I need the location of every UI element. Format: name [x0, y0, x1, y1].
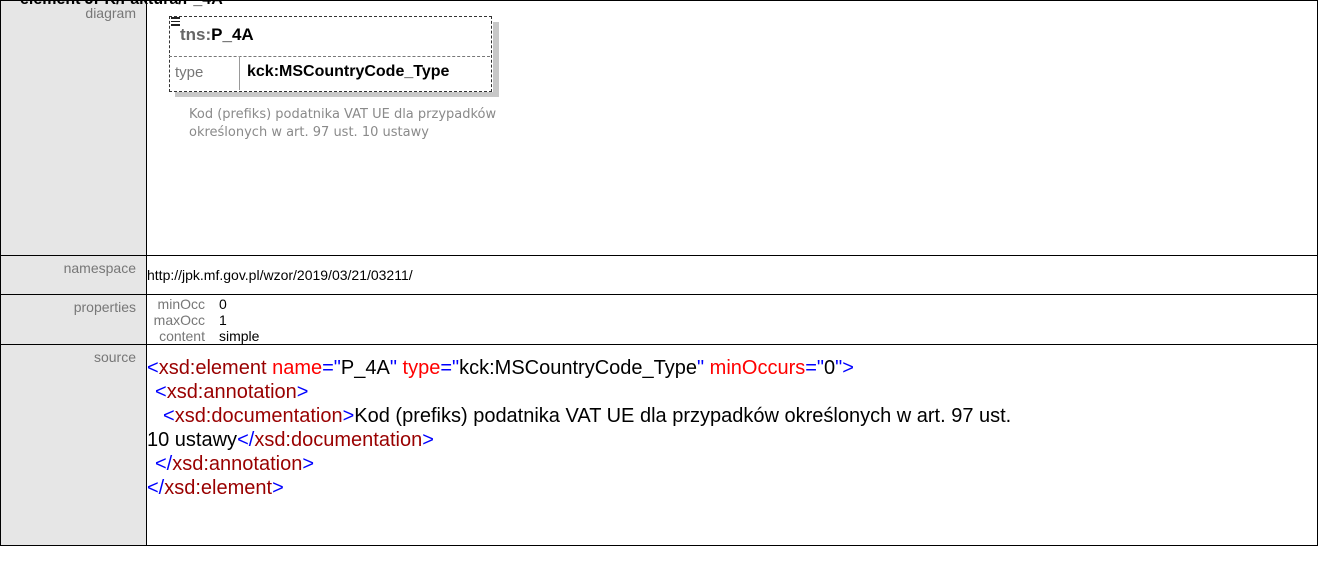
source-code: <xsd:element name="P_4A" type="kck:MSCou…: [147, 345, 1317, 500]
property-row: content simple: [159, 328, 260, 344]
namespace-row-label: namespace: [0, 255, 147, 295]
source-line: <xsd:documentation>Kod (prefiks) podatni…: [163, 405, 1012, 427]
source-line: </xsd:element>: [147, 477, 284, 499]
page-heading: element JPK/Faktura/P_4A: [20, 0, 223, 9]
element-box[interactable]: tns:P_4A type kck:MSCountryCode_Type: [169, 16, 500, 97]
source-line: <xsd:element name="P_4A" type="kck:MSCou…: [147, 357, 854, 379]
source-row-label: source: [0, 344, 147, 546]
documentation-note: Kod (prefiks) podatnika VAT UE dla przyp…: [189, 107, 497, 140]
source-line: <xsd:annotation>: [155, 381, 309, 403]
property-row: maxOcc 1: [153, 312, 227, 328]
properties-row-label: properties: [0, 294, 147, 345]
property-row: minOcc 0: [157, 296, 227, 312]
namespace-value: http://jpk.mf.gov.pl/wzor/2019/03/21/032…: [147, 267, 413, 283]
type-label: type: [175, 64, 204, 81]
properties-list: minOcc 0 maxOcc 1 content simple: [147, 295, 1317, 344]
type-value[interactable]: kck:MSCountryCode_Type: [247, 63, 449, 81]
element-title: tns:P_4A: [180, 25, 254, 44]
element-diagram: tns:P_4A type kck:MSCountryCode_Type Kod…: [147, 1, 547, 255]
diagram-row-label: diagram: [0, 0, 147, 256]
schema-doc-table: diagram tns:P_4A type kck:MSCountryCode_…: [0, 0, 1318, 546]
source-line: </xsd:annotation>: [155, 453, 315, 475]
source-line: 10 ustawy</xsd:documentation>: [147, 429, 434, 451]
